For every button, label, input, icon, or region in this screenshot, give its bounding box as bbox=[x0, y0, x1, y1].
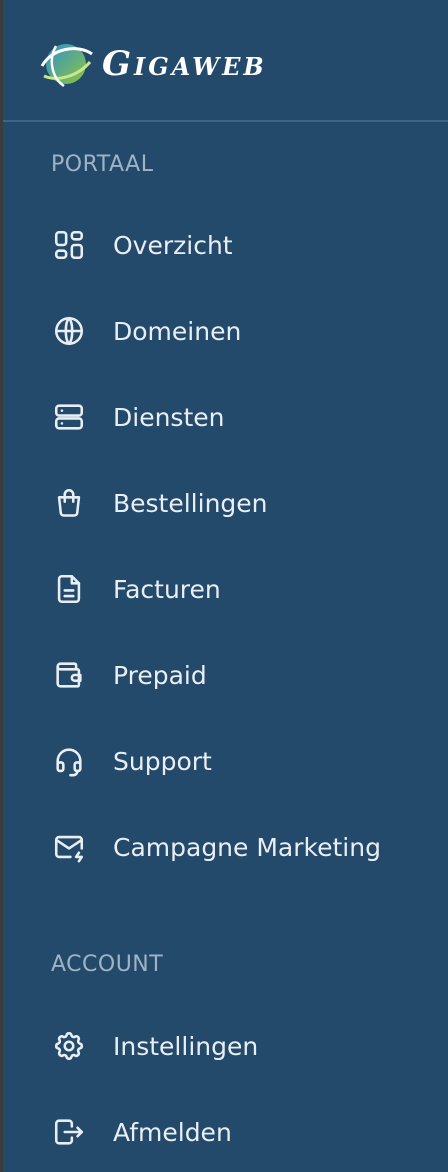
mail-bolt-icon bbox=[51, 829, 87, 865]
sidebar-item-prepaid[interactable]: Prepaid bbox=[51, 651, 431, 699]
globe-icon bbox=[51, 313, 87, 349]
logout-icon bbox=[51, 1114, 87, 1150]
sidebar-item-bestellingen[interactable]: Bestellingen bbox=[51, 479, 431, 527]
sidebar-item-support[interactable]: Support bbox=[51, 737, 431, 785]
headset-icon bbox=[51, 743, 87, 779]
document-icon bbox=[51, 571, 87, 607]
sidebar-item-label: Campagne Marketing bbox=[113, 832, 381, 862]
section-label-portaal: PORTAAL bbox=[51, 152, 154, 177]
sidebar-item-label: Afmelden bbox=[113, 1117, 232, 1147]
shopping-bag-icon bbox=[51, 485, 87, 521]
header-divider bbox=[3, 120, 448, 122]
sidebar-item-label: Domeinen bbox=[113, 316, 242, 346]
sidebar-item-label: Overzicht bbox=[113, 230, 233, 260]
sidebar-item-label: Instellingen bbox=[113, 1031, 259, 1061]
sidebar-item-facturen[interactable]: Facturen bbox=[51, 565, 431, 613]
wallet-icon bbox=[51, 657, 87, 693]
sidebar-item-diensten[interactable]: Diensten bbox=[51, 393, 431, 441]
server-icon bbox=[51, 399, 87, 435]
sidebar-item-instellingen[interactable]: Instellingen bbox=[51, 1022, 431, 1070]
brand-logo[interactable]: Gigaweb bbox=[38, 36, 267, 92]
sidebar-item-campagne-marketing[interactable]: Campagne Marketing bbox=[51, 823, 431, 871]
sidebar-item-label: Diensten bbox=[113, 402, 225, 432]
sidebar-item-overzicht[interactable]: Overzicht bbox=[51, 221, 431, 269]
sidebar-item-label: Support bbox=[113, 746, 212, 776]
globe-logo-icon bbox=[40, 44, 93, 88]
gear-icon bbox=[51, 1028, 87, 1064]
dashboard-icon bbox=[51, 227, 87, 263]
sidebar-item-label: Bestellingen bbox=[113, 488, 268, 518]
section-label-account: ACCOUNT bbox=[51, 952, 164, 977]
brand-name: Gigaweb bbox=[102, 44, 267, 84]
sidebar-item-domeinen[interactable]: Domeinen bbox=[51, 307, 431, 355]
sidebar-item-afmelden[interactable]: Afmelden bbox=[51, 1108, 431, 1156]
sidebar-item-label: Prepaid bbox=[113, 660, 207, 690]
sidebar-item-label: Facturen bbox=[113, 574, 221, 604]
sidebar: Gigaweb PORTAAL Overzicht Domeinen Diens… bbox=[3, 0, 448, 1172]
